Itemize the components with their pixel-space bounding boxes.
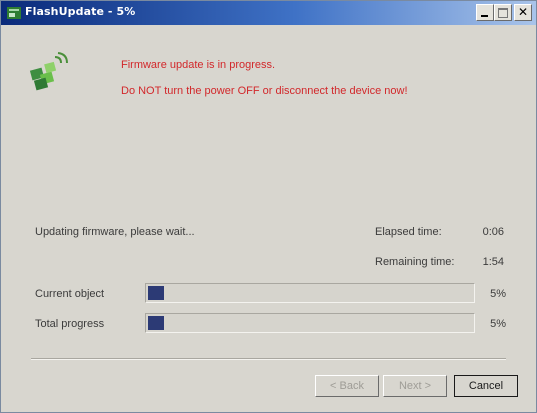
cancel-button[interactable]: Cancel xyxy=(454,375,518,397)
puzzle-update-icon xyxy=(29,52,68,91)
elapsed-time-label: Elapsed time: xyxy=(375,226,442,238)
current-object-progress-bar xyxy=(145,283,475,303)
next-button[interactable]: Next > xyxy=(383,375,447,397)
flashupdate-window: FlashUpdate - 5% ✕ Firmware update is in… xyxy=(0,0,537,413)
remaining-time-value: 1:54 xyxy=(482,256,504,268)
total-progress-fill xyxy=(148,316,164,330)
maximize-icon xyxy=(498,8,508,18)
total-progress-percent: 5% xyxy=(490,318,506,330)
warning-line-1: Firmware update is in progress. xyxy=(121,59,276,71)
total-progress-label: Total progress xyxy=(35,318,105,330)
window-title: FlashUpdate - 5% xyxy=(25,5,136,18)
maximize-button[interactable] xyxy=(494,4,512,21)
footer-separator xyxy=(31,358,506,360)
close-button[interactable]: ✕ xyxy=(514,4,532,21)
flashupdate-app-icon xyxy=(7,7,21,19)
current-object-percent: 5% xyxy=(490,288,506,300)
status-message: Updating firmware, please wait... xyxy=(35,226,195,238)
elapsed-time-value: 0:06 xyxy=(482,226,504,238)
minimize-icon xyxy=(481,15,488,17)
title-bar[interactable]: FlashUpdate - 5% ✕ xyxy=(1,1,536,25)
current-object-label: Current object xyxy=(35,288,105,300)
warning-line-2: Do NOT turn the power OFF or disconnect … xyxy=(121,85,408,97)
back-button[interactable]: < Back xyxy=(315,375,379,397)
current-object-progress-fill xyxy=(148,286,164,300)
total-progress-bar xyxy=(145,313,475,333)
minimize-button[interactable] xyxy=(476,4,494,21)
remaining-time-label: Remaining time: xyxy=(375,256,455,268)
close-icon: ✕ xyxy=(517,5,529,19)
